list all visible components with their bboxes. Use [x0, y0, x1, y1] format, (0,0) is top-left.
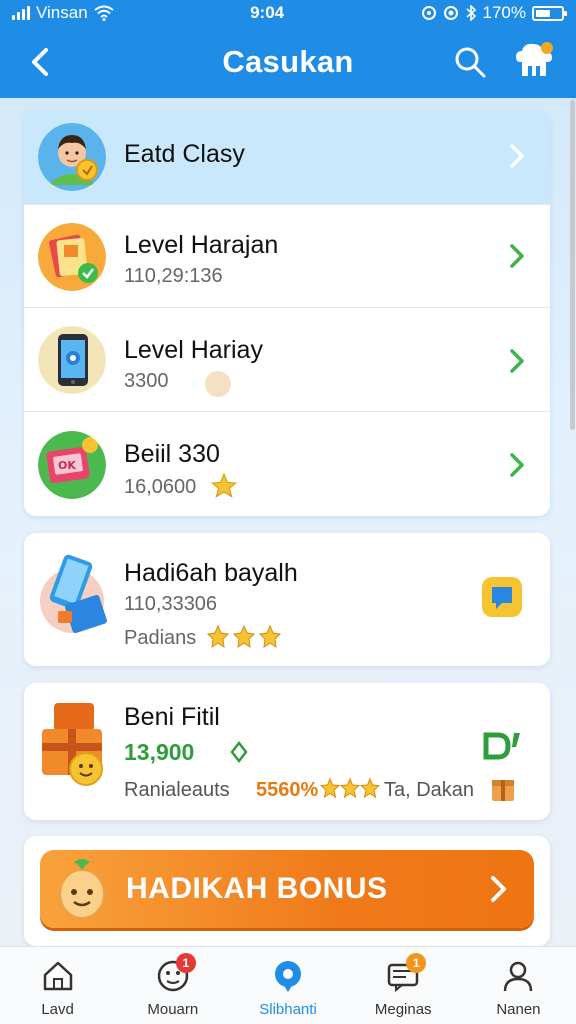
mascot-icon — [59, 859, 105, 919]
tab-label: Lavd — [41, 1001, 74, 1018]
tab-mouarn[interactable]: 1 Mouarn — [115, 947, 230, 1024]
star-icon — [210, 472, 238, 498]
location-icon — [443, 6, 458, 20]
tab-label: Slibhanti — [259, 1001, 317, 1018]
tab-meginas[interactable]: 1 Meginas — [346, 947, 461, 1024]
battery-icon — [531, 5, 567, 21]
gift-title: Hadi6ah bayalh — [124, 559, 298, 587]
emoji-icon: 1 — [156, 953, 196, 993]
chevron-right-icon — [510, 244, 524, 268]
level-list-card: Eatd Clasy Level Harajan 110,29:136 Leve… — [24, 110, 550, 516]
gift-card-fitil[interactable]: Beni Fitil 13,900 Ranialeauts 5560% Ta, … — [24, 683, 550, 820]
tab-label: Meginas — [374, 1001, 432, 1018]
search-icon[interactable] — [452, 44, 488, 80]
chevron-right-icon — [510, 144, 524, 168]
gift-card-payment[interactable]: Hadi6ah bayalh 110,33306 Padians — [24, 533, 550, 666]
notification-badge: 1 — [175, 953, 196, 973]
chevron-right-icon — [510, 453, 524, 477]
back-arrow-icon[interactable] — [24, 44, 56, 80]
bonus-button[interactable]: HADIKAH BONUS — [40, 850, 534, 928]
list-item[interactable]: OK Beiil 330 16,0600 — [24, 411, 550, 516]
star-rating-icon — [206, 624, 282, 649]
gift-tablet-icon — [40, 554, 107, 634]
tab-label: Nanen — [496, 1001, 541, 1018]
tab-lavd[interactable]: Lavd — [0, 947, 115, 1024]
wifi-icon — [94, 5, 114, 21]
cloud-store-icon[interactable] — [512, 40, 556, 80]
list-item[interactable]: Level Hariay 3300 — [24, 307, 550, 411]
status-time: 9:04 — [250, 3, 285, 22]
gift-title: Beni Fitil — [124, 703, 220, 731]
bottom-tab-bar: Lavd 1 Mouarn Slibhanti 1 Meginas Nanen — [0, 946, 576, 1024]
smartphone-icon — [38, 326, 106, 394]
ticket-icon: OK — [38, 431, 106, 499]
gift-box-icon — [42, 703, 103, 786]
tab-label: Mouarn — [147, 1001, 199, 1018]
bluetooth-icon — [465, 5, 476, 21]
battery-percent: 170% — [482, 3, 526, 22]
gift-note-prefix: Ranialeauts — [124, 779, 230, 801]
list-item[interactable]: Eatd Clasy — [24, 110, 550, 204]
puzzle-book-icon — [38, 223, 106, 291]
chat-bubble-icon — [275, 961, 301, 992]
play-chat-icon[interactable] — [480, 575, 524, 619]
gift-note: Padians — [124, 627, 197, 649]
gift-amount: 13,900 — [124, 739, 195, 765]
scrollbar[interactable] — [570, 100, 575, 430]
edit-badge-icon[interactable] — [480, 729, 524, 763]
list-item-subtitle: 110,29:136 — [124, 265, 223, 287]
inbox-icon: 1 — [386, 953, 427, 993]
gem-icon — [230, 741, 248, 763]
list-item-subtitle: 16,0600 — [124, 476, 197, 498]
chevron-right-icon — [510, 349, 524, 373]
person-icon — [504, 961, 533, 992]
home-icon — [43, 961, 72, 991]
tab-slibhanti[interactable]: Slibhanti — [230, 947, 345, 1024]
list-item[interactable]: Level Harajan 110,29:136 — [24, 204, 550, 307]
list-item-title: Level Hariay — [124, 336, 263, 364]
gift-note-suffix: Ta, Dakan — [384, 779, 475, 801]
list-item-title: Eatd Clasy — [124, 140, 245, 168]
small-box-icon — [492, 780, 514, 801]
list-item-subtitle: 3300 — [124, 370, 169, 392]
gift-value: 110,33306 — [124, 593, 218, 615]
user-avatar-icon — [38, 123, 106, 191]
gift-percent: 5560% — [256, 779, 319, 801]
chevron-right-icon — [491, 876, 506, 902]
app-bar: Casukan — [0, 26, 576, 98]
list-item-title: Level Harajan — [124, 231, 279, 259]
alarm-icon — [421, 6, 436, 20]
list-item-title: Beiil 330 — [124, 440, 220, 468]
bonus-button-label: HADIKAH BONUS — [126, 872, 388, 905]
signal-icon — [12, 6, 30, 20]
page-title: Casukan — [222, 44, 354, 79]
star-rating-icon — [320, 777, 380, 799]
svg-text:OK: OK — [58, 459, 76, 472]
carrier-name: Vinsan — [36, 3, 88, 22]
status-bar: Vinsan 9:04 170% — [0, 0, 576, 26]
notification-badge: 1 — [406, 953, 427, 973]
bonus-card: HADIKAH BONUS — [24, 836, 550, 946]
coin-dot-icon — [205, 371, 231, 397]
tab-nanen[interactable]: Nanen — [461, 947, 576, 1024]
